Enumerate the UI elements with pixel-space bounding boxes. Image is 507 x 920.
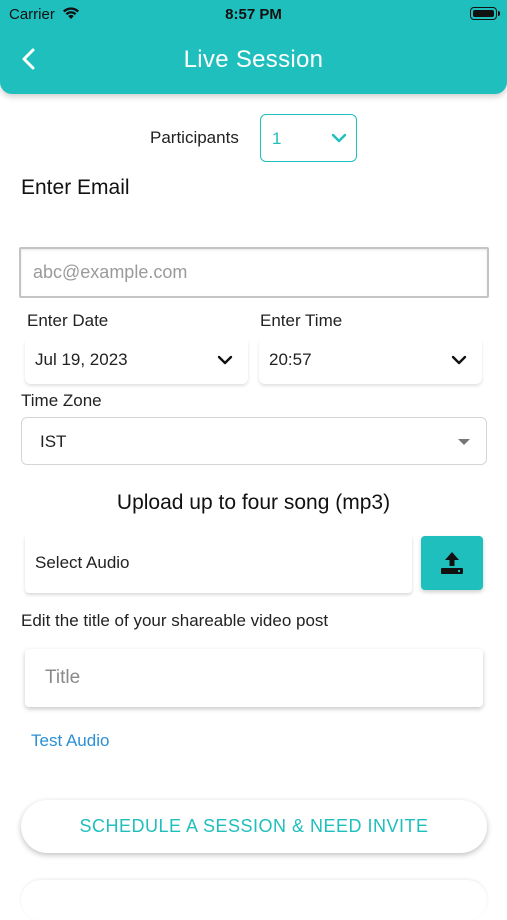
video-title-label: Edit the title of your shareable video p… — [21, 611, 329, 630]
date-value: Jul 19, 2023 — [35, 350, 128, 369]
select-audio-field[interactable]: Select Audio — [25, 534, 412, 593]
page-title: Live Session — [183, 46, 324, 73]
select-audio-label: Select Audio — [35, 553, 130, 572]
timezone-value: IST — [40, 432, 67, 451]
time-value: 20:57 — [269, 350, 312, 369]
chevron-down-icon — [450, 351, 468, 374]
time-picker[interactable]: 20:57 — [259, 338, 482, 384]
participants-label: Participants — [150, 128, 239, 147]
upload-icon — [441, 552, 463, 574]
email-input[interactable] — [19, 247, 489, 298]
email-heading: Enter Email — [21, 176, 130, 199]
status-time: 8:57 PM — [225, 6, 282, 23]
participants-dropdown[interactable]: 1 — [260, 114, 357, 162]
caret-down-icon — [458, 439, 470, 445]
battery-icon — [470, 7, 500, 20]
participants-value: 1 — [272, 129, 282, 148]
timezone-dropdown[interactable]: IST — [21, 417, 487, 465]
timezone-label: Time Zone — [21, 391, 102, 410]
upload-button[interactable] — [421, 536, 483, 590]
test-audio-link[interactable]: Test Audio — [31, 731, 109, 751]
chevron-down-icon — [330, 129, 348, 152]
time-label: Enter Time — [260, 311, 343, 330]
bottom-button-partial[interactable] — [21, 880, 487, 920]
chevron-down-icon — [216, 351, 234, 374]
video-title-input[interactable] — [25, 649, 483, 707]
schedule-session-button[interactable]: SCHEDULE A SESSION & NEED INVITE — [21, 800, 487, 853]
status-bar: Carrier 8:57 PM — [0, 4, 507, 26]
date-picker[interactable]: Jul 19, 2023 — [25, 338, 248, 384]
date-label: Enter Date — [27, 311, 109, 330]
app-header: Carrier 8:57 PM Live Session — [0, 0, 507, 94]
upload-heading: Upload up to four song (mp3) — [116, 491, 391, 514]
